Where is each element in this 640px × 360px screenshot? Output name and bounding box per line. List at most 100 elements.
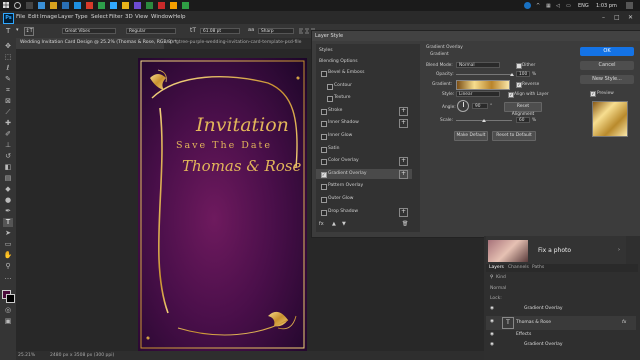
tab-active-document[interactable]: Wedding Invitation Card Design @ 25.2% (… [16,38,177,49]
type-tool-icon[interactable]: T [3,218,13,227]
menu-window[interactable]: Window [151,14,173,20]
ok-button[interactable]: OK [580,47,634,56]
font-style-select[interactable]: Regular [126,28,176,34]
fx-icon[interactable]: fx [319,221,324,227]
notification-icon[interactable] [626,2,633,9]
pen-tool-icon[interactable]: ✒ [3,207,13,216]
lasso-tool-icon[interactable]: ℓ [3,64,13,73]
anti-alias-select[interactable]: Sharp [258,28,294,34]
background-color-swatch[interactable] [6,294,15,303]
add-style-icon[interactable]: + [399,106,408,116]
clock[interactable]: 1:03 pm [596,3,617,9]
dialog-titlebar[interactable]: Layer Style [312,31,640,41]
photoshop-taskbar-icon[interactable] [110,2,117,9]
layer-blend-mode[interactable]: Normal [490,286,506,291]
maximize-icon[interactable]: □ [614,14,620,21]
move-tool-icon[interactable]: ✥ [3,42,13,51]
style-item-satin[interactable]: Satin [316,144,412,154]
menu-edit[interactable]: Edit [28,14,39,20]
eye-icon[interactable]: ◉ [490,306,494,311]
font-size-field[interactable]: 61.08 pt [200,28,240,34]
add-style-icon[interactable]: + [399,157,408,167]
menu-view[interactable]: View [135,14,148,20]
angle-dial[interactable] [457,100,469,112]
style-item-stroke[interactable]: Stroke + [316,106,412,116]
brush-tool-icon[interactable]: ✐ [3,130,13,139]
reset-to-default-button[interactable]: Reset to Default [492,131,536,141]
app-icon-8[interactable] [158,2,165,9]
shape-tool-icon[interactable]: ▭ [3,240,13,249]
history-brush-icon[interactable]: ↺ [3,152,13,161]
quick-mask-icon[interactable]: ◎ [3,306,13,315]
style-checkbox[interactable] [321,209,327,216]
menu-file[interactable]: File [16,14,25,20]
style-checkbox[interactable] [327,96,333,103]
invitation-artboard[interactable]: Invitation Save The Date Thomas & Rose [138,58,307,351]
add-style-icon[interactable]: + [399,119,408,129]
style-item-color-overlay[interactable]: Color Overlay + [316,156,412,167]
angle-field[interactable]: 90 [472,103,488,109]
crop-tool-icon[interactable]: ⌗ [3,86,13,95]
marquee-tool-icon[interactable]: ⬚ [3,53,13,62]
style-item-texture[interactable]: Texture [316,93,412,103]
move-up-icon[interactable]: ▲ [332,221,336,227]
trash-icon[interactable]: 🗑 [402,221,408,227]
gradient-tool-icon[interactable]: ▤ [3,174,13,183]
orientation-toggle-icon[interactable]: ↕T [24,27,34,36]
app-icon-6[interactable] [134,2,141,9]
tab-channels[interactable]: Channels [508,265,529,270]
opacity-slider-handle[interactable] [510,73,514,76]
opacity-field[interactable]: 100 [516,71,530,77]
style-item-inner-shadow[interactable]: Inner Shadow + [316,118,412,129]
blur-tool-icon[interactable]: ◆ [3,185,13,194]
eraser-tool-icon[interactable]: ◧ [3,163,13,172]
edge-browser-icon[interactable] [38,2,45,9]
style-checkbox[interactable] [321,184,327,191]
windows-start-icon[interactable] [3,2,9,8]
style-item-contour[interactable]: Contour [316,81,412,91]
type-tool-icon[interactable]: T [6,27,10,35]
style-checkbox[interactable] [321,159,327,166]
style-checkbox[interactable] [321,146,327,153]
kind-filter[interactable]: Kind [496,275,506,280]
path-select-tool-icon[interactable]: ➤ [3,229,13,238]
menu-image[interactable]: Image [40,14,57,20]
language-indicator[interactable]: ENG [578,3,589,9]
style-item-outer-glow[interactable]: Outer Glow [316,194,412,204]
app-icon-7[interactable] [146,2,153,9]
style-checkbox[interactable] [327,83,333,90]
dodge-tool-icon[interactable]: ● [3,196,13,205]
eye-icon[interactable]: ◉ [490,332,494,337]
fx-badge[interactable]: fx [622,320,626,325]
style-item-drop-shadow[interactable]: Drop Shadow + [316,207,412,217]
menu-filter[interactable]: Filter [109,14,123,20]
stamp-tool-icon[interactable]: ⊥ [3,141,13,150]
cancel-button[interactable]: Cancel [580,61,634,70]
battery-icon[interactable]: ▭ [566,3,571,9]
app-icon-4[interactable] [98,2,105,9]
style-checkbox[interactable] [321,71,327,77]
minimize-icon[interactable]: – [602,14,605,21]
add-style-icon[interactable]: + [399,169,408,179]
layer-row-text[interactable]: ◉ T Thomas & Rose fx [486,316,636,330]
tab-second-document[interactable]: pngtree-purple-wedding-invitation-card-t… [166,38,316,49]
style-item-gradient-overlay[interactable]: ✓ Gradient Overlay + [316,168,412,179]
scale-slider-handle[interactable] [482,119,486,122]
app-icon-10[interactable] [182,2,189,9]
preview-checkbox[interactable]: ✓ [590,91,596,97]
file-explorer-icon[interactable] [50,2,57,9]
make-default-button[interactable]: Make Default [454,131,488,141]
tray-arrow-icon[interactable]: ^ [536,3,540,9]
style-checkbox[interactable] [321,121,327,128]
blending-options[interactable]: Blending Options [316,57,412,67]
blend-mode-select[interactable]: Normal [456,62,500,68]
menu-type[interactable]: Type [75,14,88,20]
hand-tool-icon[interactable]: ✋ [3,251,13,260]
network-icon[interactable]: ▦ [546,3,551,9]
menu-3d[interactable]: 3D [125,14,133,20]
search-icon[interactable]: ⚲ [490,275,493,280]
style-checkbox[interactable] [321,108,327,115]
menu-help[interactable]: Help [173,14,186,20]
task-view-icon[interactable] [26,2,33,9]
chevron-down-icon[interactable]: ▾ [16,27,19,33]
